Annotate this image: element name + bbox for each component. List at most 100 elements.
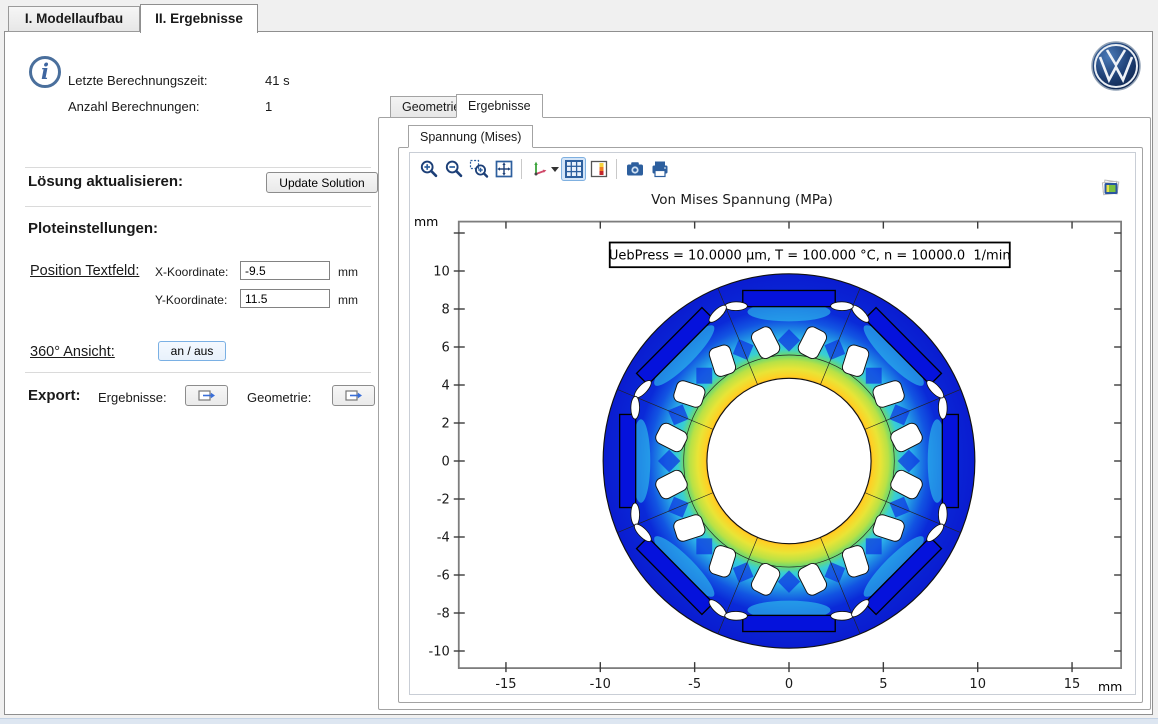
divider [25, 206, 371, 207]
toolbar-separator [521, 159, 522, 179]
magnet-slot [743, 615, 835, 631]
snapshot-button[interactable] [622, 157, 647, 181]
export-icon [345, 389, 363, 402]
divider [25, 372, 371, 373]
y-coordinate-input[interactable] [240, 289, 330, 308]
y-unit-label: mm [338, 293, 358, 307]
y-tick-label: -2 [437, 493, 450, 508]
export-results-button[interactable] [185, 385, 228, 406]
color-legend-toggle-button[interactable] [586, 157, 611, 181]
y-tick-label: 0 [441, 455, 449, 470]
rim-notch [831, 302, 854, 311]
window-bottom-edge [0, 718, 1158, 724]
app-content: i Letzte Berechnungszeit: 41 s Anzahl Be… [4, 31, 1153, 715]
stress-patch [866, 538, 882, 554]
x-tick-label: 10 [969, 677, 986, 692]
x-tick-label: 15 [1064, 677, 1081, 692]
zoom-in-button[interactable] [416, 157, 441, 181]
vw-logo [1090, 40, 1142, 92]
view-360-label: 360° Ansicht: [30, 344, 115, 360]
y-tick-label: 2 [441, 417, 449, 432]
tab-modellaufbau[interactable]: I. Modellaufbau [8, 6, 140, 32]
rim-notch [831, 611, 854, 620]
rim-notch [631, 503, 640, 526]
x-unit-label: mm [338, 265, 358, 279]
color-legend-icon [589, 159, 609, 179]
zoom-out-icon [444, 159, 464, 179]
rotor-graphic [603, 274, 975, 648]
magnet-slot [620, 414, 636, 507]
stress-patch [696, 368, 712, 384]
update-solution-button[interactable]: Update Solution [266, 172, 378, 193]
grid-toggle-button[interactable] [561, 157, 586, 181]
computation-count-value: 1 [265, 99, 272, 114]
printer-icon [650, 159, 670, 179]
tab-ergebnisse[interactable]: II. Ergebnisse [140, 4, 258, 33]
stress-patch [866, 368, 882, 384]
y-tick-label: 8 [441, 303, 449, 318]
export-results-label: Ergebnisse: [98, 390, 167, 405]
magnet-slot [942, 414, 958, 507]
y-tick-label: 6 [441, 341, 449, 356]
camera-icon [625, 159, 645, 179]
application-window: I. Modellaufbau II. Ergebnisse i Letzte … [0, 0, 1158, 724]
zoom-extents-button[interactable] [491, 157, 516, 181]
rim-notch [631, 396, 640, 419]
x-tick-label: 5 [879, 677, 887, 692]
rim-notch [725, 611, 748, 620]
last-computation-value: 41 s [265, 73, 290, 88]
update-solution-label: Lösung aktualisieren: [28, 173, 183, 190]
y-tick-label: -10 [429, 645, 450, 660]
graphics-widget: Von Mises Spannung (MPa) mm mm -15 -10 -5 0 5 10… [409, 152, 1136, 695]
plot-title: Von Mises Spannung (MPa) [651, 192, 833, 208]
stress-patch [696, 538, 712, 554]
plot-group-icon [1100, 179, 1122, 199]
zoom-box-button[interactable] [466, 157, 491, 181]
export-icon [198, 389, 216, 402]
annotation-text: UebPress = 10.0000 μm, T = 100.000 °C, n… [609, 248, 1011, 263]
zoom-out-button[interactable] [441, 157, 466, 181]
x-tick-label: -10 [590, 677, 611, 692]
y-coordinate-label: Y-Koordinate: [155, 293, 227, 307]
export-heading: Export: [28, 387, 81, 404]
y-axis-unit-label: mm [414, 214, 438, 229]
x-tick-label: 0 [785, 677, 793, 692]
view-360-toggle-button[interactable]: an / aus [158, 341, 226, 361]
y-tick-label: -4 [437, 531, 450, 546]
magnet-slot [743, 290, 835, 306]
x-tick-label: -15 [495, 677, 516, 692]
last-computation-label: Letzte Berechnungszeit: [68, 73, 207, 88]
rim-notch [938, 503, 947, 526]
zoom-box-icon [469, 159, 489, 179]
axes-orientation-button[interactable] [527, 157, 561, 181]
y-tick-label: 10 [433, 265, 450, 280]
plot-toolbar [416, 156, 672, 182]
rim-notch [725, 302, 748, 311]
axes-orientation-icon [529, 159, 549, 179]
y-tick-label: -6 [437, 569, 450, 584]
x-axis-unit-label: mm [1098, 679, 1122, 694]
rim-notch [938, 396, 947, 419]
grid-icon [564, 159, 584, 179]
tab-spannung-mises[interactable]: Spannung (Mises) [408, 125, 533, 148]
print-button[interactable] [647, 157, 672, 181]
zoom-extents-icon [494, 159, 514, 179]
plot-settings-heading: Ploteinstellungen: [28, 220, 158, 237]
tab-ergebnisse-plot[interactable]: Ergebnisse [456, 94, 543, 118]
x-tick-label: -5 [688, 677, 701, 692]
export-geometry-label: Geometrie: [247, 390, 311, 405]
position-textfield-label: Position Textfeld: [30, 263, 139, 279]
chevron-down-icon [551, 167, 559, 172]
toolbar-separator [616, 159, 617, 179]
x-coordinate-label: X-Koordinate: [155, 265, 228, 279]
export-geometry-button[interactable] [332, 385, 375, 406]
y-tick-label: -8 [437, 607, 450, 622]
shaft-hole [707, 378, 871, 543]
x-coordinate-input[interactable] [240, 261, 330, 280]
plot-canvas[interactable]: Von Mises Spannung (MPa) mm mm -15 -10 -5 0 5 10… [410, 153, 1137, 696]
computation-count-label: Anzahl Berechnungen: [68, 99, 200, 114]
divider [25, 167, 371, 168]
zoom-in-icon [419, 159, 439, 179]
y-tick-label: 4 [441, 379, 449, 394]
info-icon: i [29, 56, 61, 88]
